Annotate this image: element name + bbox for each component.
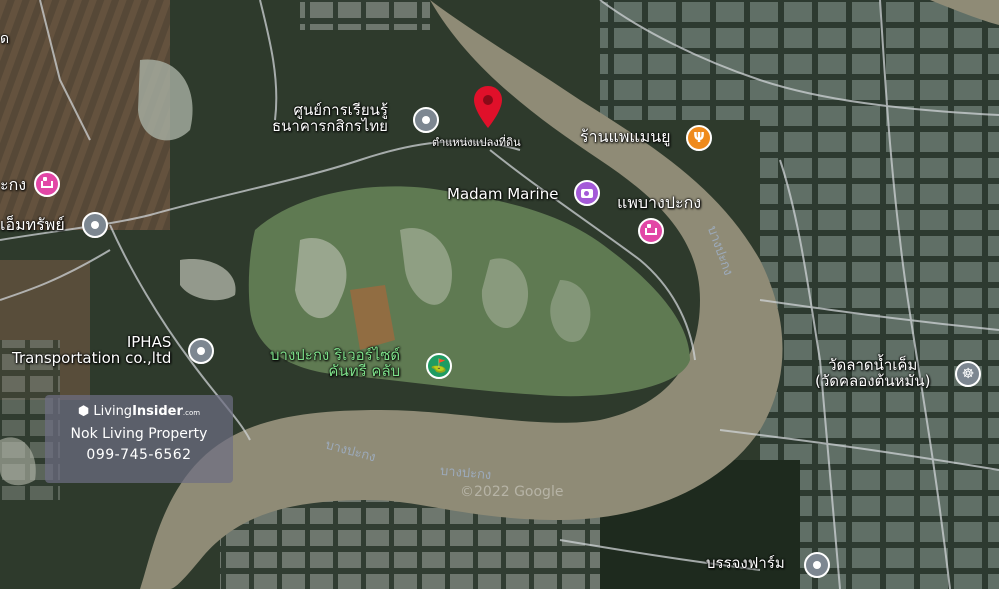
pin-dot-icon bbox=[813, 561, 821, 569]
place-pin[interactable]: Ψ bbox=[686, 125, 712, 151]
place-pin[interactable] bbox=[413, 107, 439, 133]
pin-dot-icon bbox=[197, 347, 205, 355]
agent-phone: 099-745-6562 bbox=[86, 447, 192, 463]
pin-dot-icon bbox=[91, 221, 99, 229]
place-label: ด bbox=[0, 31, 10, 47]
logo-text-insider: Insider bbox=[132, 404, 183, 419]
pin-dot-icon bbox=[422, 116, 430, 124]
hotel-icon bbox=[41, 176, 53, 188]
brand-logo: ⬢ LivingInsider.com bbox=[45, 404, 233, 419]
place-label: วัดลาดน้ำเค็ม (วัดคลองต้นหมัน) bbox=[815, 356, 931, 390]
satellite-map[interactable]: บางปะกง บางปะกง บางปะกง ©2022 Google ด ศ… bbox=[0, 0, 999, 589]
logo-icon: ⬢ bbox=[77, 404, 90, 419]
place-label: ร้านแพแมนยู bbox=[580, 127, 671, 146]
place-pin[interactable] bbox=[638, 218, 664, 244]
golf-icon: ⛳ bbox=[430, 358, 448, 374]
place-label: IPHAS Transportation co.,ltd bbox=[12, 333, 172, 367]
place-pin[interactable] bbox=[188, 338, 214, 364]
map-watermark: ©2022 Google bbox=[460, 484, 564, 500]
place-pin[interactable] bbox=[34, 171, 60, 197]
agent-name: Nok Living Property bbox=[70, 426, 208, 442]
dharma-wheel-icon: ☸ bbox=[961, 366, 975, 382]
place-label: เอ็มทรัพย์ bbox=[0, 215, 65, 234]
restaurant-icon: Ψ bbox=[693, 130, 705, 146]
place-label: ศูนย์การเรียนรู้ ธนาคารกสิกรไทย bbox=[272, 101, 388, 135]
place-label: บรรจงฟาร์ม bbox=[706, 554, 785, 572]
place-label: แพบางปะกง bbox=[617, 193, 702, 212]
river-label: บางปะกง bbox=[439, 463, 492, 484]
agent-brand-box: ⬢ LivingInsider.com Nok Living Property … bbox=[45, 395, 233, 483]
place-label: Madam Marine bbox=[447, 185, 559, 203]
logo-text-living: Living bbox=[93, 404, 133, 419]
place-pin[interactable] bbox=[804, 552, 830, 578]
place-pin[interactable]: ⛳ bbox=[426, 353, 452, 379]
marker-label: ตำแหน่งแปลงที่ดิน bbox=[432, 136, 521, 149]
place-label: ะกง bbox=[0, 175, 27, 194]
camera-icon bbox=[581, 188, 593, 198]
location-marker-icon[interactable] bbox=[474, 86, 502, 128]
place-pin[interactable] bbox=[82, 212, 108, 238]
place-pin[interactable] bbox=[574, 180, 600, 206]
place-pin[interactable]: ☸ bbox=[955, 361, 981, 387]
place-label: บางปะกง ริเวอร์ไซด์ คันทรี คลับ bbox=[270, 346, 401, 380]
logo-text-com: .com bbox=[182, 409, 201, 417]
hotel-icon bbox=[645, 223, 657, 235]
